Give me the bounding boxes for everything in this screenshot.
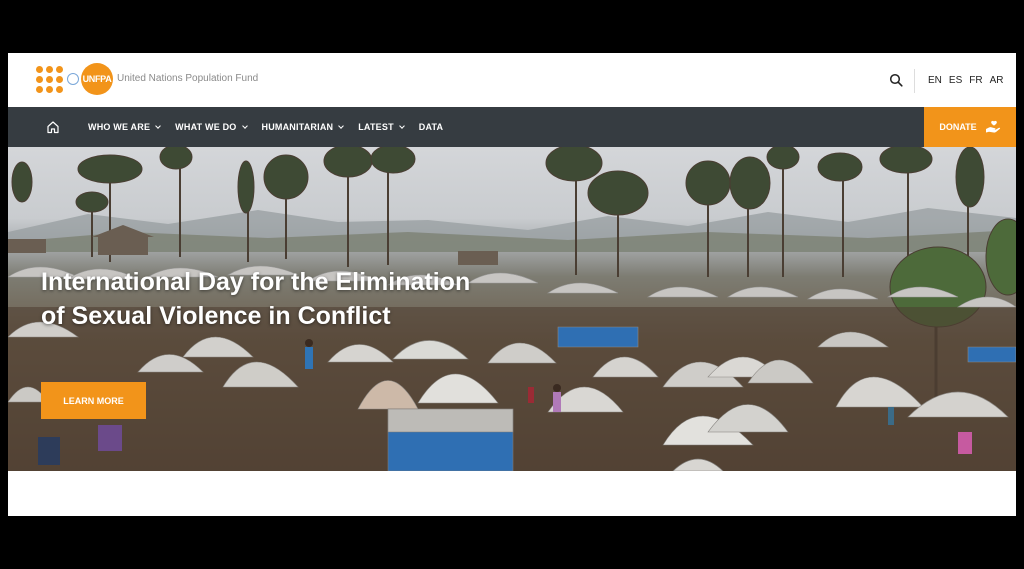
lang-es[interactable]: ES xyxy=(949,75,962,86)
org-name: United Nations Population Fund xyxy=(117,73,259,84)
header-divider xyxy=(914,69,915,93)
logo-wordmark: UNFPA xyxy=(81,63,113,95)
nav-label: WHAT WE DO xyxy=(175,122,237,132)
browser-viewport: UNFPA United Nations Population Fund EN … xyxy=(8,53,1016,516)
language-switcher: EN ES FR AR xyxy=(928,75,1004,86)
donate-button[interactable]: DONATE xyxy=(924,107,1016,147)
search-icon[interactable] xyxy=(889,73,903,87)
nav-what-we-do[interactable]: WHAT WE DO xyxy=(175,122,248,132)
donate-label: DONATE xyxy=(939,122,977,132)
hero-title: International Day for the Elimination of… xyxy=(41,268,471,330)
nav-who-we-are[interactable]: WHO WE ARE xyxy=(88,122,162,132)
learn-more-button[interactable]: LEARN MORE xyxy=(41,382,146,419)
nav-label: HUMANITARIAN xyxy=(261,122,334,132)
chevron-down-icon xyxy=(241,122,248,129)
nav-humanitarian[interactable]: HUMANITARIAN xyxy=(261,122,345,132)
content-area xyxy=(8,471,1016,516)
chevron-down-icon xyxy=(155,122,162,129)
unfpa-logo[interactable]: UNFPA xyxy=(36,63,113,95)
nav-label: WHO WE ARE xyxy=(88,122,151,132)
nav-latest[interactable]: LATEST xyxy=(358,122,405,132)
hero-banner: International Day for the Elimination of… xyxy=(8,147,1016,471)
nav-label: DATA xyxy=(418,122,444,132)
un-globe-icon xyxy=(67,73,79,85)
logo-dots xyxy=(36,65,63,93)
site-header: UNFPA United Nations Population Fund EN … xyxy=(8,53,1016,107)
home-icon[interactable] xyxy=(46,120,60,134)
nav-data[interactable]: DATA xyxy=(419,122,443,132)
chevron-down-icon xyxy=(398,122,405,129)
chevron-down-icon xyxy=(338,122,345,129)
nav-label: LATEST xyxy=(358,122,394,132)
hand-heart-icon xyxy=(985,120,1000,133)
lang-ar[interactable]: AR xyxy=(990,75,1004,86)
lang-en[interactable]: EN xyxy=(928,75,942,86)
lang-fr[interactable]: FR xyxy=(969,75,982,86)
main-nav: WHO WE ARE WHAT WE DO HUMANITARIAN LATES… xyxy=(8,107,1016,147)
